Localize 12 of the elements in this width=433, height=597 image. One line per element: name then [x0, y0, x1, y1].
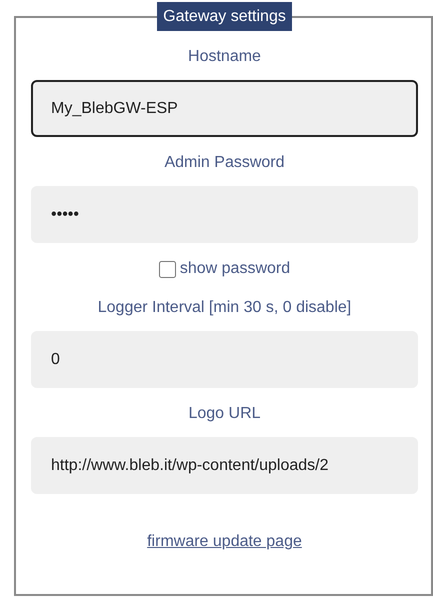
input-field[interactable]: 0 — [31, 331, 418, 388]
input-field[interactable]: ••••• — [31, 186, 418, 243]
checkbox[interactable] — [158, 260, 176, 278]
panel-title: Gateway settings — [157, 2, 292, 31]
field-label: Admin Password — [164, 153, 285, 173]
field-label: Logo URL — [188, 404, 261, 424]
field-label: Hostname — [188, 47, 261, 67]
field-label: Logger Interval [min 30 s, 0 disable] — [98, 298, 352, 318]
firmware-link[interactable]: firmware update page — [147, 530, 302, 554]
input-field[interactable]: My_BlebGW-ESP — [31, 80, 418, 137]
checkbox-label: show password — [180, 259, 290, 279]
input-field[interactable]: http://www.bleb.it/wp-content/uploads/2 — [31, 437, 418, 494]
